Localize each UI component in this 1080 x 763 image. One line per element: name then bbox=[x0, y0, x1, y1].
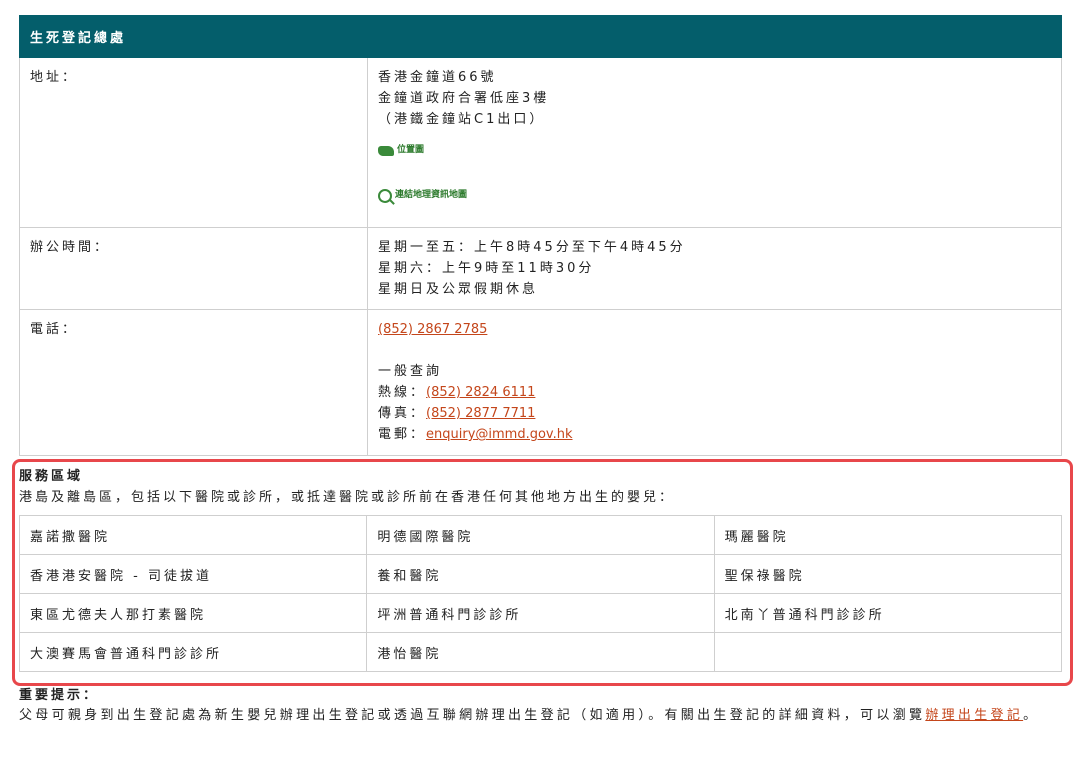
hospital-cell: 香港港安醫院 - 司徒拔道 bbox=[18, 554, 368, 594]
fax-label: 傳真： bbox=[378, 406, 427, 421]
phone-label: 電話： bbox=[19, 309, 368, 456]
hospital-cell: 養和醫院 bbox=[366, 554, 715, 594]
birth-registration-link[interactable]: 辦理出生登記 bbox=[925, 708, 1023, 723]
notice-text: 父母可親身到出生登記處為新生嬰兒辦理出生登記或透過互聯網辦理出生登記（如適用）。… bbox=[19, 708, 926, 723]
location-map-label: 位置圖 bbox=[397, 145, 425, 155]
hours-value: 星期一至五：上午8時45分至下午4時45分 星期六：上午9時至11時30分 星期… bbox=[367, 227, 1062, 310]
notice-text-end: 。 bbox=[1023, 708, 1040, 723]
map-icon bbox=[378, 145, 394, 156]
hospital-cell bbox=[713, 632, 1063, 672]
geo-map-label: 連結地理資訊地圖 bbox=[395, 190, 468, 200]
hours-label: 辦公時間： bbox=[19, 227, 368, 310]
hospital-cell: 港怡醫院 bbox=[366, 632, 715, 672]
phone-value: (852) 2867 2785 一般查詢 熱線：(852) 2824 6111 … bbox=[367, 309, 1062, 456]
enquiry-title: 一般查詢 bbox=[378, 364, 443, 379]
hospital-cell: 聖保祿醫院 bbox=[713, 554, 1063, 594]
office-table: 生死登記總處 地址： 香港金鐘道66號 金鐘道政府合署低座3樓 （港鐵金鐘站C1… bbox=[19, 15, 1062, 456]
hospital-table: 嘉諾撒醫院 明德國際醫院 瑪麗醫院 香港港安醫院 - 司徒拔道 養和醫院 聖保祿… bbox=[18, 515, 1063, 672]
hospital-cell: 東區尤德夫人那打素醫院 bbox=[18, 593, 368, 633]
address-label: 地址： bbox=[19, 57, 368, 228]
address-line: 香港金鐘道66號 bbox=[378, 70, 497, 85]
email-link[interactable]: enquiry@immd.gov.hk bbox=[426, 427, 573, 442]
email-label: 電郵： bbox=[378, 427, 427, 442]
hospital-cell: 坪洲普通科門診診所 bbox=[366, 593, 715, 633]
fax-link[interactable]: (852) 2877 7711 bbox=[426, 406, 535, 421]
hours-line: 星期六：上午9時至11時30分 bbox=[378, 261, 595, 276]
table-row: 香港港安醫院 - 司徒拔道 養和醫院 聖保祿醫院 bbox=[18, 554, 1063, 594]
hospital-cell: 大澳賽馬會普通科門診診所 bbox=[18, 632, 368, 672]
hotline-link[interactable]: (852) 2824 6111 bbox=[426, 385, 535, 400]
phone-link[interactable]: (852) 2867 2785 bbox=[378, 322, 487, 337]
hotline-label: 熱線： bbox=[378, 385, 427, 400]
office-title: 生死登記總處 bbox=[19, 15, 1062, 58]
notice-body: 父母可親身到出生登記處為新生嬰兒辦理出生登記或透過互聯網辦理出生登記（如適用）。… bbox=[19, 705, 1069, 726]
office-info: 生死登記總處 地址： 香港金鐘道66號 金鐘道政府合署低座3樓 （港鐵金鐘站C1… bbox=[19, 15, 1062, 456]
hours-line: 星期日及公眾假期休息 bbox=[378, 282, 539, 297]
magnifier-icon bbox=[378, 188, 392, 203]
service-area-heading: 服務區域 bbox=[19, 469, 84, 484]
hospital-cell: 明德國際醫院 bbox=[366, 515, 715, 555]
hours-line: 星期一至五：上午8時45分至下午4時45分 bbox=[378, 240, 686, 255]
hospital-cell: 北南丫普通科門診診所 bbox=[713, 593, 1063, 633]
address-line: （港鐵金鐘站C1出口） bbox=[378, 112, 546, 127]
address-value: 香港金鐘道66號 金鐘道政府合署低座3樓 （港鐵金鐘站C1出口） 位置圖 連結地… bbox=[367, 57, 1062, 228]
table-row: 東區尤德夫人那打素醫院 坪洲普通科門診診所 北南丫普通科門診診所 bbox=[18, 593, 1063, 633]
geo-map-link[interactable]: 連結地理資訊地圖 bbox=[378, 185, 1051, 206]
address-line: 金鐘道政府合署低座3樓 bbox=[378, 91, 550, 106]
table-row: 嘉諾撒醫院 明德國際醫院 瑪麗醫院 bbox=[18, 515, 1063, 555]
hospital-cell: 嘉諾撒醫院 bbox=[18, 515, 368, 555]
service-area-description: 港島及離島區，包括以下醫院或診所，或抵達醫院或診所前在香港任何其他地方出生的嬰兒… bbox=[19, 490, 676, 505]
table-row: 大澳賽馬會普通科門診診所 港怡醫院 bbox=[18, 632, 1063, 672]
notice-heading: 重要提示： bbox=[19, 688, 100, 703]
location-map-link[interactable]: 位置圖 bbox=[378, 140, 1051, 161]
hospital-cell: 瑪麗醫院 bbox=[713, 515, 1063, 555]
